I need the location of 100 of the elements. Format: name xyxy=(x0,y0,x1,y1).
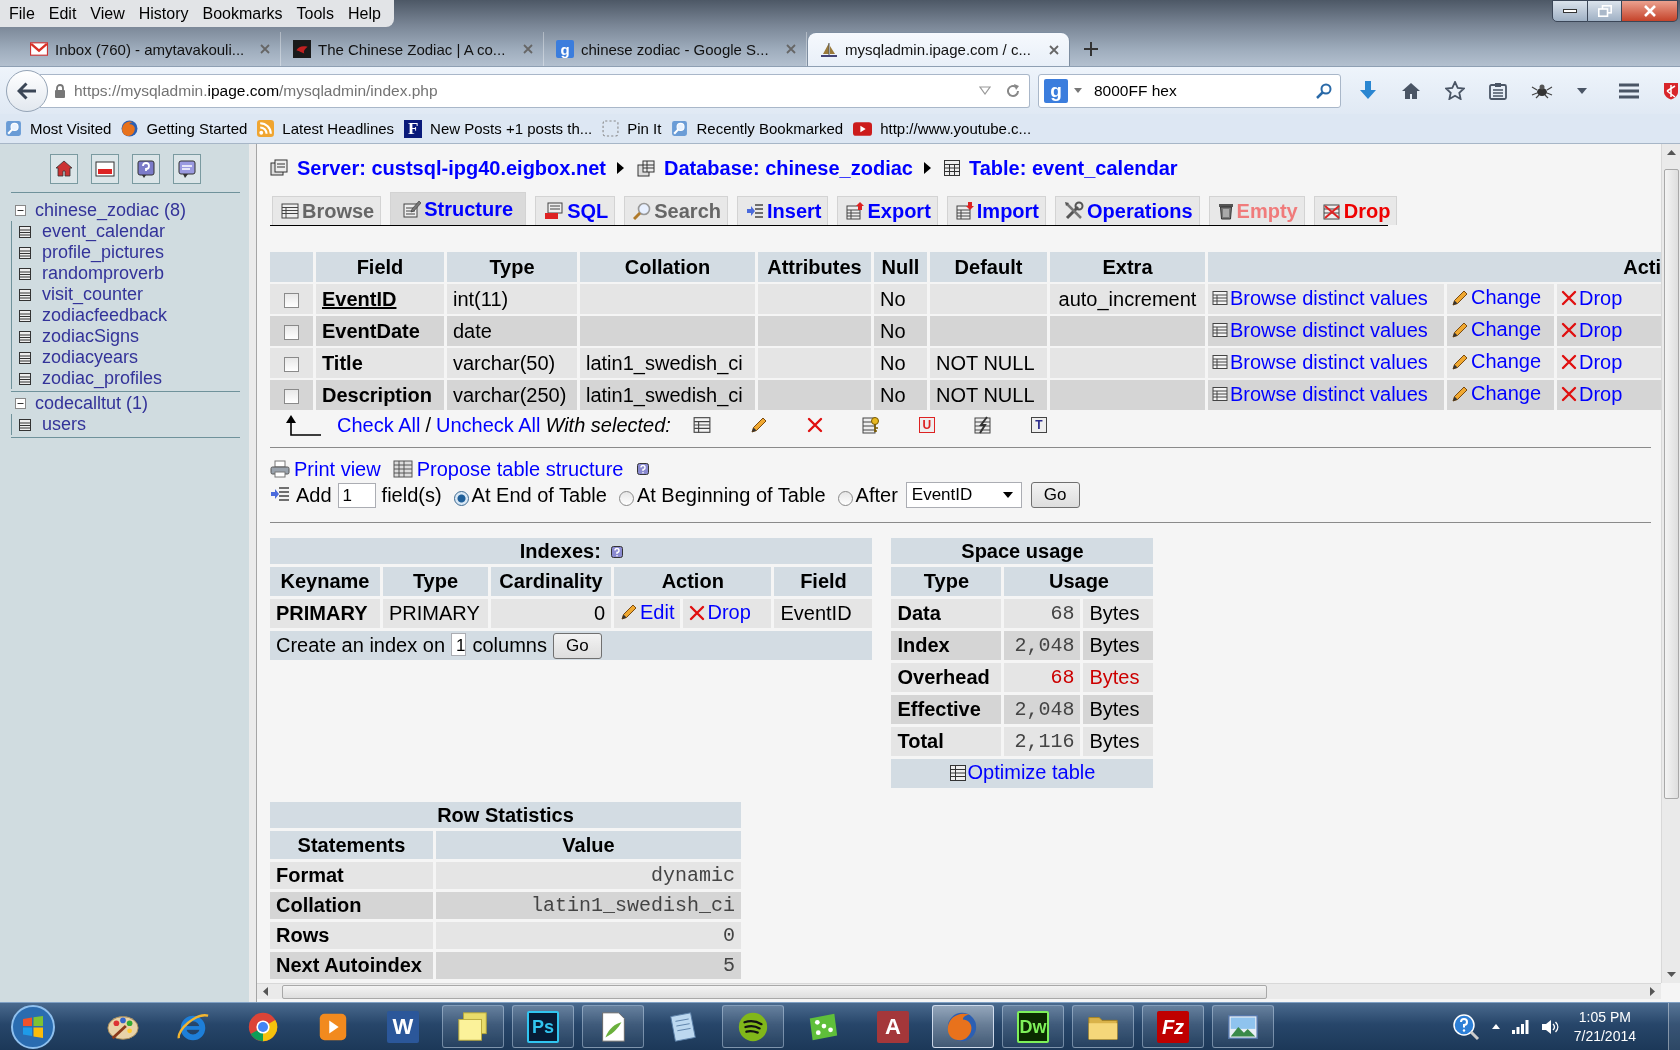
home-icon[interactable] xyxy=(1401,81,1421,100)
help-icon[interactable] xyxy=(132,154,160,184)
number-field[interactable]: 1 xyxy=(337,482,376,508)
search-field[interactable]: g 8000FF hex xyxy=(1038,73,1341,108)
bookmark-link[interactable]: Latest Headlines xyxy=(257,120,395,137)
collapse-icon[interactable] xyxy=(15,204,26,216)
checkbox[interactable] xyxy=(284,356,299,372)
taskbar-button[interactable] xyxy=(442,1005,504,1048)
uncheck-all-link[interactable]: Uncheck All xyxy=(435,413,541,437)
edit-link[interactable]: Edit xyxy=(620,600,675,624)
reload-icon[interactable] xyxy=(1005,82,1021,99)
table-link[interactable]: zodiacSigns xyxy=(42,326,140,347)
drop-link[interactable]: Drop xyxy=(689,601,751,625)
table-icon[interactable] xyxy=(19,246,31,259)
caret-icon[interactable] xyxy=(1074,88,1082,93)
new-tab-icon[interactable] xyxy=(1084,42,1098,56)
clock-time[interactable]: 1:05 PM xyxy=(1578,1007,1631,1027)
help-icon[interactable] xyxy=(610,545,623,558)
tab[interactable]: Import xyxy=(946,196,1047,225)
menu-item[interactable]: Bookmarks xyxy=(195,4,290,23)
bookmark-link[interactable]: F New Posts +1 posts th... xyxy=(404,119,593,138)
table-icon[interactable] xyxy=(19,330,31,343)
table-icon[interactable] xyxy=(19,351,31,364)
table-icon[interactable] xyxy=(19,225,31,238)
table-link[interactable]: users xyxy=(42,414,86,435)
scrollbar-thumb[interactable] xyxy=(1663,169,1679,799)
scroll-right-icon[interactable] xyxy=(1650,987,1655,996)
horizontal-scrollbar[interactable] xyxy=(257,983,1661,999)
close-icon[interactable] xyxy=(1049,44,1059,55)
taskbar-button[interactable]: Ps xyxy=(512,1005,574,1048)
bookmark-link[interactable]: http://www.youtube.c... xyxy=(853,120,1032,137)
scroll-up-icon[interactable] xyxy=(1666,150,1676,155)
dropdown-icon[interactable] xyxy=(979,86,991,95)
go-button[interactable]: Go xyxy=(552,632,602,659)
database-link[interactable]: chinese_zodiac (8) xyxy=(35,199,187,221)
tab[interactable]: Export xyxy=(837,196,938,225)
taskbar-button[interactable] xyxy=(932,1005,994,1048)
fulltext-button[interactable]: T xyxy=(1030,417,1047,433)
browse-values-link[interactable]: Browse distinct values xyxy=(1212,318,1428,342)
browse-values-link[interactable]: Browse distinct values xyxy=(1212,382,1428,406)
table-icon[interactable] xyxy=(19,288,31,301)
star-icon[interactable] xyxy=(1445,81,1465,100)
table-icon[interactable] xyxy=(19,418,31,431)
taskbar-button[interactable]: Dw xyxy=(1002,1005,1064,1048)
taskbar-button[interactable]: A xyxy=(862,1005,924,1048)
change-link[interactable]: Change xyxy=(1451,382,1542,406)
key-icon[interactable] xyxy=(861,416,880,434)
show-desktop-button[interactable] xyxy=(1668,1003,1680,1050)
change-link[interactable]: Change xyxy=(1451,286,1542,310)
speaker-icon[interactable] xyxy=(1540,1018,1560,1035)
taskbar-button[interactable] xyxy=(582,1005,644,1048)
clock-date[interactable]: 7/21/2014 xyxy=(1573,1026,1636,1046)
menu-item[interactable]: Help xyxy=(340,4,388,23)
browse-values-link[interactable]: Browse distinct values xyxy=(1212,350,1428,374)
radio-button[interactable] xyxy=(837,490,853,506)
address-field[interactable]: https://mysqladmin.ipage.com/mysqladmin/index.php xyxy=(40,73,1030,108)
checkbox[interactable] xyxy=(284,292,299,308)
home-icon[interactable] xyxy=(50,154,78,184)
menu-item[interactable]: Tools xyxy=(289,4,341,23)
check-all-link[interactable]: Check All xyxy=(337,413,421,437)
speech-bubble-icon[interactable] xyxy=(173,154,201,184)
database-link[interactable]: codecalltut (1) xyxy=(35,392,149,414)
download-icon[interactable] xyxy=(1359,80,1377,101)
drop-link[interactable]: Drop xyxy=(1561,350,1623,374)
table-icon[interactable] xyxy=(19,372,31,385)
tab[interactable]: Operations xyxy=(1055,196,1200,225)
go-button[interactable]: Go xyxy=(1030,482,1080,508)
tab[interactable]: Structure xyxy=(390,192,527,225)
index-icon[interactable] xyxy=(973,416,992,434)
menu-item[interactable]: Edit xyxy=(41,4,84,23)
table-link[interactable]: visit_counter xyxy=(42,284,144,305)
restore-button[interactable] xyxy=(1588,0,1622,22)
scroll-left-icon[interactable] xyxy=(263,987,268,996)
drop-link[interactable]: Drop xyxy=(1561,382,1623,406)
table-link[interactable]: randomproverb xyxy=(42,263,165,284)
help-icon[interactable] xyxy=(1451,1012,1480,1041)
propose-structure-link[interactable]: Propose table structure xyxy=(416,457,624,481)
table-icon[interactable] xyxy=(19,267,31,280)
print-view-link[interactable]: Print view xyxy=(294,457,381,481)
close-icon[interactable] xyxy=(786,44,796,54)
vertical-scrollbar[interactable] xyxy=(1661,144,1680,983)
table-link[interactable]: zodiacyears xyxy=(42,347,139,368)
bookmark-link[interactable]: Recently Bookmarked xyxy=(671,120,844,137)
checkbox[interactable] xyxy=(284,388,299,404)
bug-icon[interactable] xyxy=(1531,82,1553,99)
reading-list-icon[interactable] xyxy=(1489,81,1507,100)
drop-link[interactable]: Drop xyxy=(1561,286,1623,310)
breadcrumb-link[interactable]: Table: event_calendar xyxy=(969,156,1178,180)
menu-item[interactable]: File xyxy=(2,4,42,23)
table-icon[interactable] xyxy=(692,416,711,434)
number-field[interactable]: 1 xyxy=(451,632,467,656)
change-link[interactable]: Change xyxy=(1451,318,1542,342)
tab[interactable]: SQL xyxy=(535,196,616,225)
search-icon[interactable] xyxy=(1316,82,1332,99)
signal-icon[interactable] xyxy=(1511,1019,1529,1034)
breadcrumb-link[interactable]: Server: custsql-ipg40.eigbox.net xyxy=(297,156,606,180)
pencil-icon[interactable] xyxy=(749,416,768,434)
cross-icon[interactable] xyxy=(806,417,823,433)
taskbar-button[interactable]: W xyxy=(372,1005,434,1048)
scroll-down-icon[interactable] xyxy=(1666,972,1676,977)
